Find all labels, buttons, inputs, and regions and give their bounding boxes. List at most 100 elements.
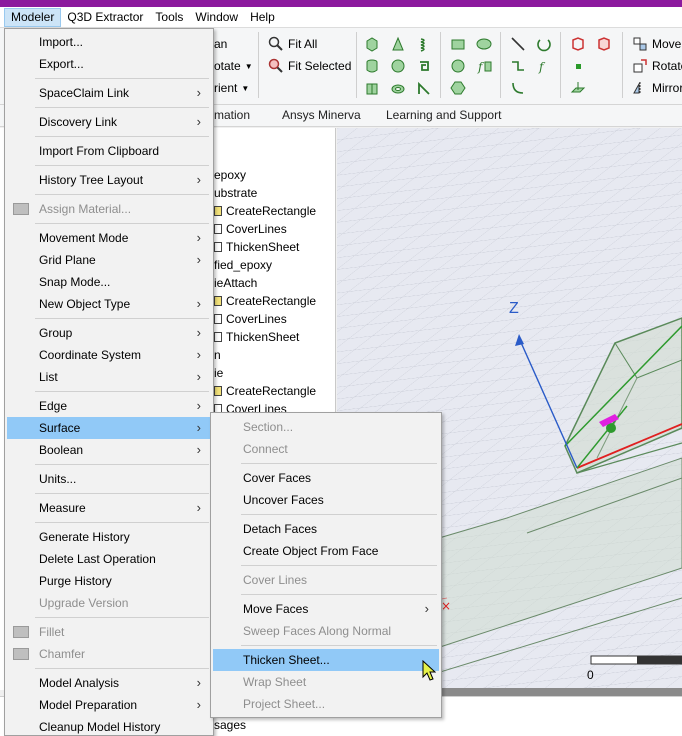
surface-submenu: Section... Connect Cover Faces Uncover Face… [210,412,442,718]
polygon-primitive-icon[interactable] [450,80,466,96]
tree-node[interactable]: CreateRectangle [214,292,316,310]
menu-tools[interactable]: Tools [149,8,189,27]
tree-node-label: CreateRectangle [226,384,317,398]
menu-item-discovery-link[interactable]: Discovery Link › [7,111,211,133]
menu-item-import[interactable]: Import... [7,31,211,53]
equation-surface-icon[interactable]: f [476,58,492,74]
center-arc-icon[interactable] [510,80,526,96]
subregion-icon[interactable] [596,36,612,52]
ribbon-orient-button[interactable]: rient ▼ [214,81,249,95]
spiral-primitive-icon[interactable] [416,58,432,74]
menu-separator [35,135,209,137]
menu-item-movement-mode[interactable]: Movement Mode › [7,227,211,249]
menu-item-spaceclaim-link[interactable]: SpaceClaim Link › [7,82,211,104]
ribbon-rotate-view-button[interactable]: otate ▼ [214,59,253,73]
line-draw-icon[interactable] [510,36,526,52]
menu-item-grid-plane[interactable]: Grid Plane › [7,249,211,271]
menu-item-measure[interactable]: Measure › [7,497,211,519]
menu-item-list[interactable]: List › [7,366,211,388]
bondwire-primitive-icon[interactable] [416,80,432,96]
menu-item-label: Connect [243,442,288,456]
menu-item-snap-mode[interactable]: Snap Mode... [7,271,211,293]
menu-item-project-sheet: Project Sheet... [213,693,439,715]
menu-separator [241,462,437,464]
arc-draw-icon[interactable] [536,36,552,52]
menu-item-generate-history[interactable]: Generate History [7,526,211,548]
menu-item-cover-lines: Cover Lines [213,569,439,591]
menu-item-delete-last-operation[interactable]: Delete Last Operation [7,548,211,570]
menu-item-cover-faces[interactable]: Cover Faces [213,467,439,489]
polyhedron-primitive-icon[interactable] [364,80,380,96]
tab-learning-and-support[interactable]: Learning and Support [386,108,501,122]
menu-item-edge[interactable]: Edge › [7,395,211,417]
menu-item-model-preparation[interactable]: Model Preparation › [7,694,211,716]
equation-curve-icon[interactable]: f [536,58,552,74]
menu-item-units[interactable]: Units... [7,468,211,490]
tree-node[interactable]: ie [214,364,223,382]
menu-item-label: Upgrade Version [39,596,129,610]
torus-primitive-icon[interactable] [390,80,406,96]
menu-item-uncover-faces[interactable]: Uncover Faces [213,489,439,511]
menu-item-move-faces[interactable]: Move Faces › [213,598,439,620]
menu-item-new-object-type[interactable]: New Object Type › [7,293,211,315]
menu-item-surface[interactable]: Surface › [7,417,211,439]
tree-node[interactable]: fied_epoxy [214,256,272,274]
menu-item-label: Measure [39,501,86,515]
cone-primitive-icon[interactable] [390,36,406,52]
menu-item-detach-faces[interactable]: Detach Faces [213,518,439,540]
tree-node-label: CreateRectangle [226,294,317,308]
menu-help[interactable]: Help [244,8,281,27]
menu-item-group[interactable]: Group › [7,322,211,344]
tree-node[interactable]: CoverLines [214,310,287,328]
cylinder-primitive-icon[interactable] [364,58,380,74]
sphere-primitive-icon[interactable] [390,58,406,74]
tree-node[interactable]: ThickenSheet [214,328,299,346]
menu-item-coordinate-system[interactable]: Coordinate System › [7,344,211,366]
fit-selected-button[interactable]: Fit Selected [268,58,351,74]
rectangle-primitive-icon[interactable] [450,36,466,52]
tree-node[interactable]: ubstrate [214,184,257,202]
tab-automation[interactable]: mation [214,108,250,122]
menu-item-export[interactable]: Export... [7,53,211,75]
move-button[interactable]: Move [632,36,681,52]
menu-q3d-extractor[interactable]: Q3D Extractor [61,8,149,27]
fit-all-button[interactable]: Fit All [268,36,317,52]
menu-item-import-from-clipboard[interactable]: Import From Clipboard [7,140,211,162]
submenu-arrow-icon: › [196,85,201,100]
menu-item-boolean[interactable]: Boolean › [7,439,211,461]
helix-primitive-icon[interactable] [416,36,432,52]
ellipse-primitive-icon[interactable] [476,36,492,52]
spline-draw-icon[interactable] [510,58,526,74]
tree-node[interactable]: epoxy [214,166,246,184]
tree-node[interactable]: n [214,346,221,364]
region-icon[interactable] [570,36,586,52]
plane-icon[interactable] [570,80,586,96]
svg-text:×: × [441,599,451,613]
messages-tab-label[interactable]: sages [214,718,246,732]
menu-item-thicken-sheet[interactable]: Thicken Sheet... [213,649,439,671]
tree-node[interactable]: CreateRectangle [214,382,316,400]
box-primitive-icon[interactable] [364,36,380,52]
tree-node[interactable]: ThickenSheet [214,238,299,256]
menu-window[interactable]: Window [189,8,244,27]
circle-primitive-icon[interactable] [450,58,466,74]
tree-node-label: ubstrate [214,186,258,200]
menu-item-create-object-from-face[interactable]: Create Object From Face [213,540,439,562]
menu-separator [35,77,209,79]
point-icon[interactable] [570,58,586,74]
ribbon-pan-button[interactable]: an [214,37,227,51]
menu-item-history-tree-layout[interactable]: History Tree Layout › [7,169,211,191]
menu-separator [35,521,209,523]
menu-item-model-analysis[interactable]: Model Analysis › [7,672,211,694]
menu-item-label: Cover Lines [243,573,308,587]
tree-node[interactable]: CreateRectangle [214,202,316,220]
menu-item-cleanup-model-history[interactable]: Cleanup Model History [7,716,211,736]
menu-modeler[interactable]: Modeler [4,7,62,27]
rotate-button[interactable]: Rotate [632,58,682,74]
ribbon-pan-label: an [214,37,228,51]
tab-ansys-minerva[interactable]: Ansys Minerva [282,108,361,122]
tree-node[interactable]: CoverLines [214,220,287,238]
menu-item-purge-history[interactable]: Purge History [7,570,211,592]
mirror-button[interactable]: Mirror [632,80,682,96]
tree-node[interactable]: ieAttach [214,274,257,292]
